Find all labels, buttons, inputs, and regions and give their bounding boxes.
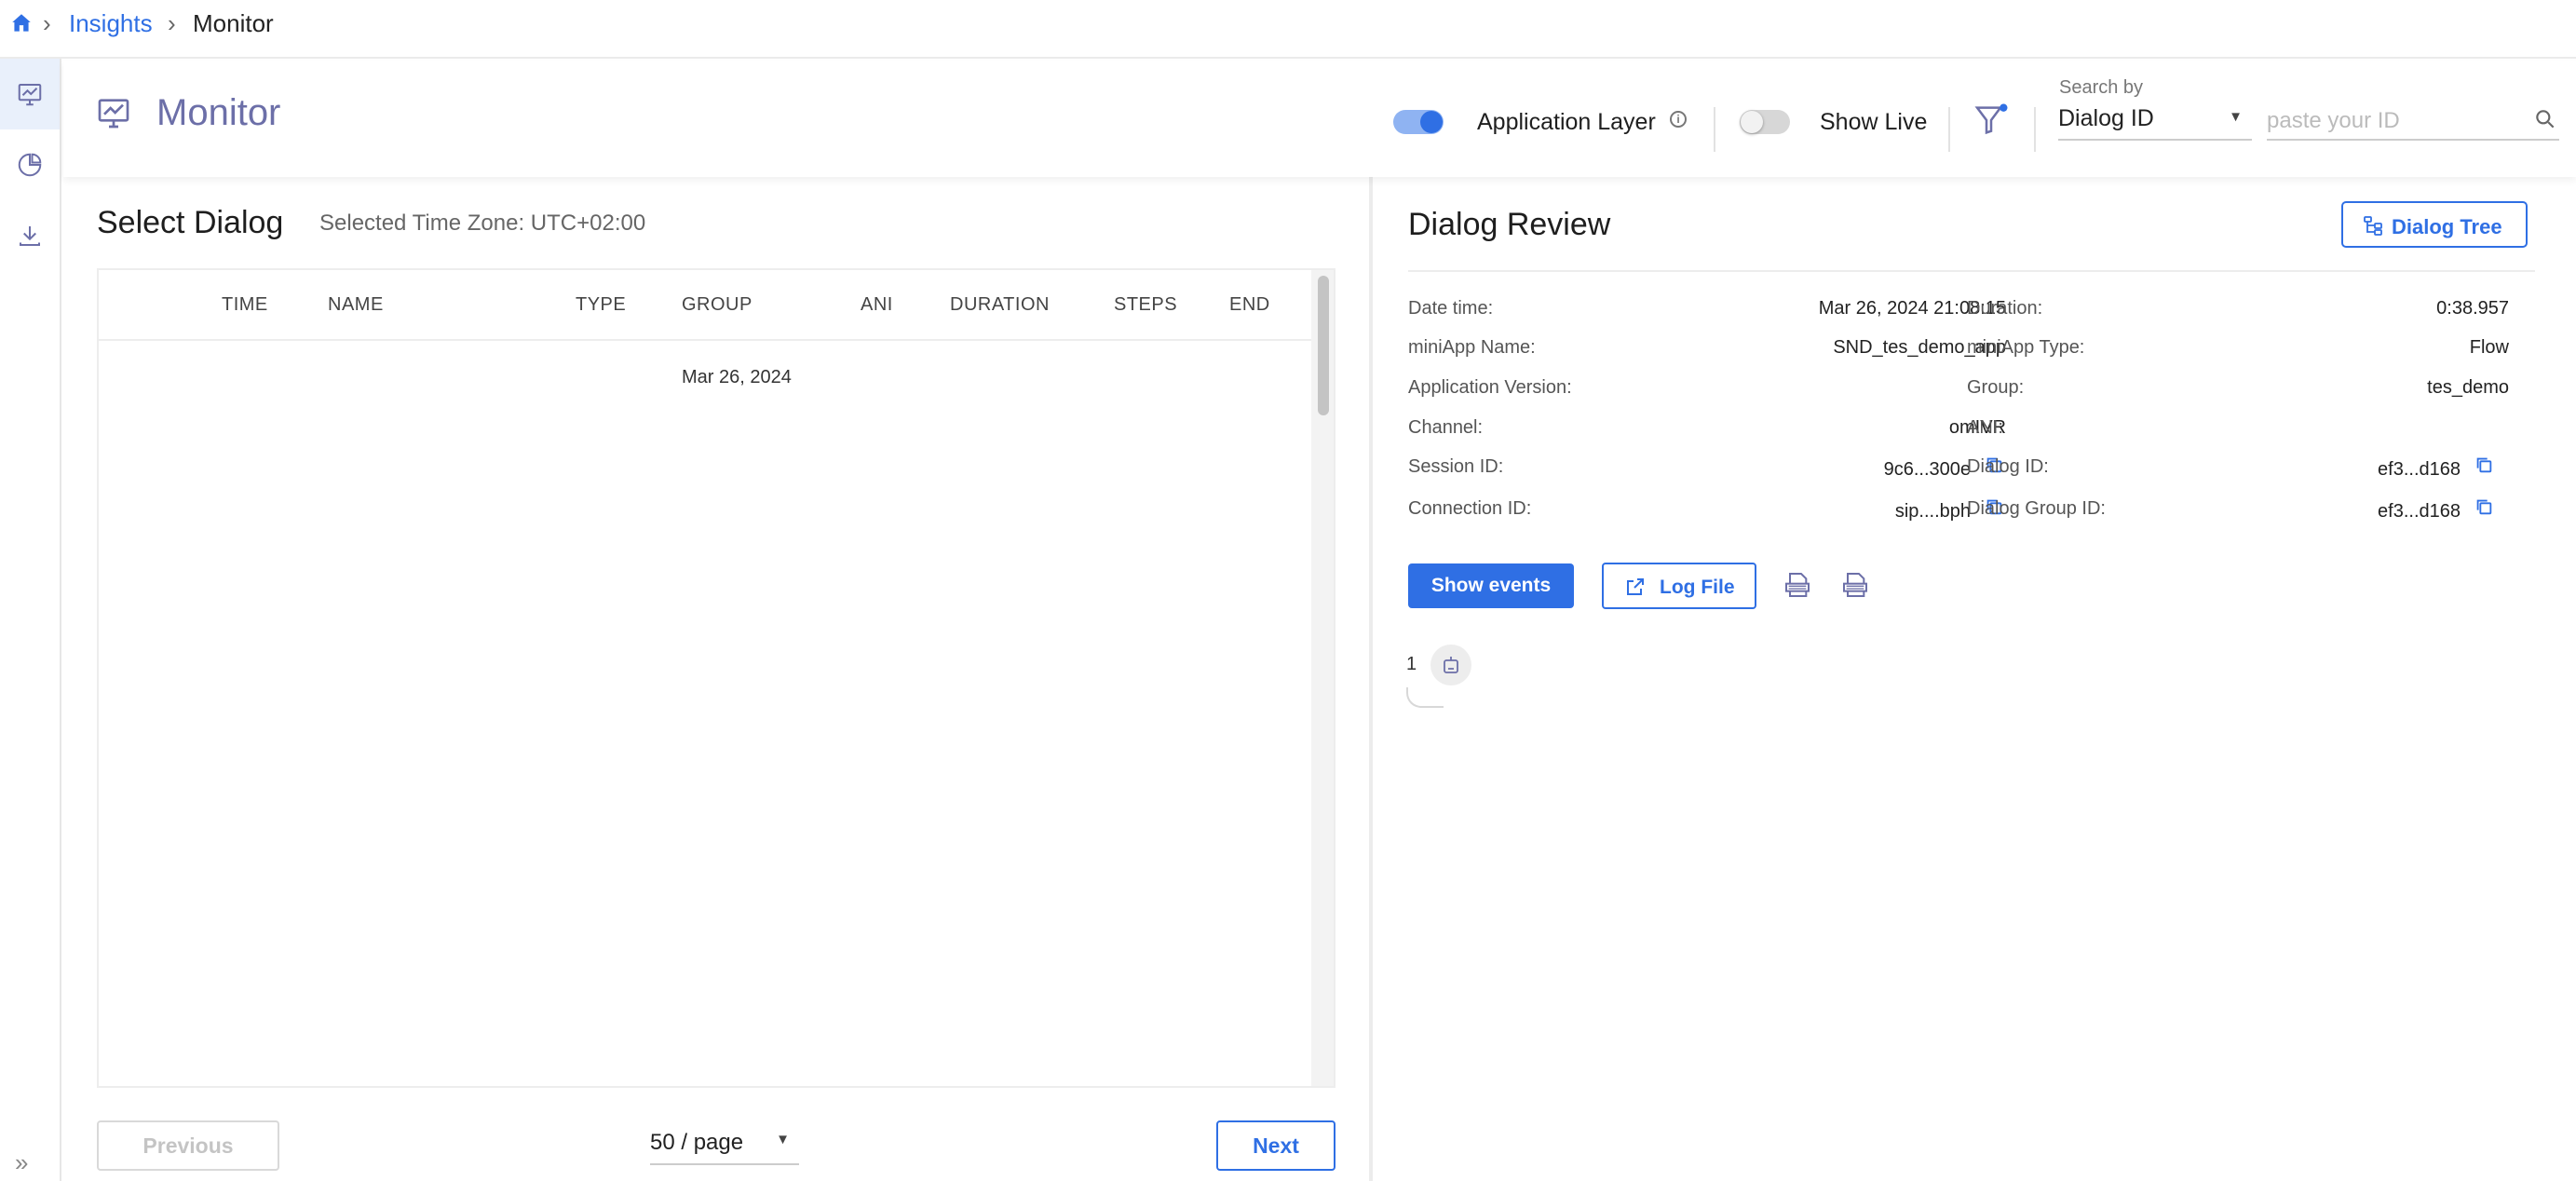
- chevron-down-icon: ▼: [2229, 109, 2243, 125]
- detail-value-miniapp-type: Flow: [2469, 337, 2509, 358]
- column-header-steps[interactable]: STEPS: [1114, 294, 1177, 316]
- log-file-button[interactable]: Log File: [1602, 563, 1756, 609]
- detail-label-channel: Channel:: [1408, 417, 1484, 438]
- table-scrollbar[interactable]: [1311, 270, 1334, 1086]
- header-divider: [1948, 107, 1950, 152]
- log-file-label: Log File: [1660, 577, 1735, 598]
- scrollbar-thumb[interactable]: [1318, 276, 1329, 415]
- json-file-icon[interactable]: [1783, 570, 1812, 600]
- nav-analytics[interactable]: [0, 129, 60, 200]
- tree-icon: [2364, 216, 2382, 236]
- detail-label-miniapp-name: miniApp Name:: [1408, 337, 1536, 358]
- detail-label-duration: Duration:: [1967, 298, 2043, 319]
- pdf-file-icon[interactable]: [1840, 570, 1870, 600]
- column-header-group[interactable]: GROUP: [682, 294, 752, 316]
- thread-line: [1406, 687, 1444, 708]
- chevron-down-icon: ▼: [776, 1132, 790, 1147]
- monitor-icon: [98, 99, 129, 129]
- column-header-ani[interactable]: ANI: [861, 294, 893, 316]
- external-link-icon: [1627, 578, 1644, 595]
- dialog-id-search-input[interactable]: [2267, 103, 2559, 141]
- breadcrumb-separator: ›: [43, 9, 51, 37]
- step-number: 1: [1406, 654, 1417, 674]
- detail-value-connection-id: sip....bph: [1894, 501, 1971, 522]
- breadcrumb-link-insights[interactable]: Insights: [69, 9, 153, 38]
- page-size-select[interactable]: 50 / page ▼: [650, 1120, 799, 1165]
- breadcrumb-separator: ›: [168, 9, 176, 37]
- detail-label-connection-id: Connection ID:: [1408, 498, 1532, 519]
- filter-icon[interactable]: [1973, 102, 2010, 139]
- page-size-value: 50 / page: [650, 1130, 744, 1155]
- select-dialog-title: Select Dialog: [97, 205, 284, 240]
- download-icon: [20, 226, 40, 246]
- toggle-knob: [1741, 111, 1763, 133]
- bot-avatar: [1430, 645, 1471, 686]
- previous-page-button[interactable]: Previous: [97, 1120, 279, 1171]
- dialog-table: TIME NAME TYPE GROUP ANI DURATION STEPS …: [97, 268, 1335, 1088]
- header-divider: [2034, 107, 2036, 152]
- detail-value-dialog-id: ef3...d168: [2378, 459, 2461, 480]
- nav-download[interactable]: [0, 200, 60, 271]
- detail-label-date-time: Date time:: [1408, 298, 1494, 319]
- detail-label-app-version: Application Version:: [1408, 377, 1572, 398]
- column-header-type[interactable]: TYPE: [576, 294, 626, 316]
- column-header-duration[interactable]: DURATION: [950, 294, 1050, 316]
- pie-chart-icon: [18, 153, 42, 177]
- show-live-toggle[interactable]: [1740, 110, 1790, 134]
- breadcrumb: › Insights › Monitor: [0, 0, 2576, 59]
- page-title: Monitor: [156, 92, 281, 133]
- left-nav: »: [0, 59, 61, 1181]
- detail-label-miniapp-type: miniApp Type:: [1967, 337, 2085, 358]
- search-by-select[interactable]: Dialog ID ▼: [2058, 103, 2252, 141]
- dialog-review-panel: Dialog Review Dialog Tree Date time: Mar…: [1373, 177, 2576, 1181]
- column-header-end[interactable]: END: [1229, 294, 1270, 316]
- dialog-tree-button[interactable]: Dialog Tree: [2341, 201, 2528, 248]
- robot-icon: [1444, 657, 1458, 673]
- select-dialog-panel: Select Dialog Selected Time Zone: UTC+02…: [63, 177, 1371, 1181]
- copy-icon[interactable]: [2474, 496, 2494, 517]
- home-icon[interactable]: [9, 11, 34, 35]
- detail-label-group: Group:: [1967, 377, 2025, 398]
- column-header-time[interactable]: TIME: [222, 294, 268, 316]
- application-layer-toggle[interactable]: [1393, 110, 1444, 134]
- page-header: Monitor Application Layer i Show Live Se…: [63, 61, 2576, 177]
- show-events-button[interactable]: Show events: [1408, 563, 1574, 608]
- dialog-review-title: Dialog Review: [1408, 207, 1611, 242]
- breadcrumb-current: Monitor: [193, 9, 274, 37]
- nav-monitor[interactable]: [0, 59, 60, 129]
- detail-label-session-id: Session ID:: [1408, 456, 1504, 477]
- detail-value-group: tes_demo: [2427, 377, 2509, 398]
- dialog-tree-label: Dialog Tree: [2392, 215, 2502, 238]
- column-header-name[interactable]: NAME: [328, 294, 384, 316]
- search-icon[interactable]: [2533, 107, 2557, 131]
- table-header: TIME NAME TYPE GROUP ANI DURATION STEPS …: [99, 270, 1311, 341]
- date-group-label: Mar 26, 2024: [682, 367, 792, 387]
- divider: [1408, 270, 2535, 272]
- detail-value-duration: 0:38.957: [2436, 298, 2509, 319]
- detail-label-dialog-group-id: Dialog Group ID:: [1967, 498, 2106, 519]
- search-by-label: Search by: [2059, 77, 2144, 98]
- next-page-button[interactable]: Next: [1216, 1120, 1335, 1171]
- show-live-label: Show Live: [1820, 109, 1928, 135]
- toggle-knob: [1420, 111, 1443, 133]
- detail-label-ani: ANI:: [1967, 417, 2003, 438]
- info-icon[interactable]: i: [1670, 111, 1687, 128]
- copy-icon[interactable]: [2474, 455, 2494, 475]
- header-divider: [1714, 107, 1715, 152]
- date-group-row: Mar 26, 2024: [99, 343, 1311, 414]
- application-layer-label: Application Layer: [1477, 109, 1656, 135]
- expand-sidebar-icon[interactable]: »: [15, 1148, 28, 1177]
- monitor-chart-icon: [18, 84, 42, 106]
- detail-value-session-id: 9c6...300e: [1883, 459, 1971, 480]
- search-by-value: Dialog ID: [2058, 105, 2154, 131]
- detail-value-dialog-group-id: ef3...d168: [2378, 501, 2461, 522]
- timezone-label: Selected Time Zone: UTC+02:00: [319, 210, 646, 236]
- detail-label-dialog-id: Dialog ID:: [1967, 456, 2049, 477]
